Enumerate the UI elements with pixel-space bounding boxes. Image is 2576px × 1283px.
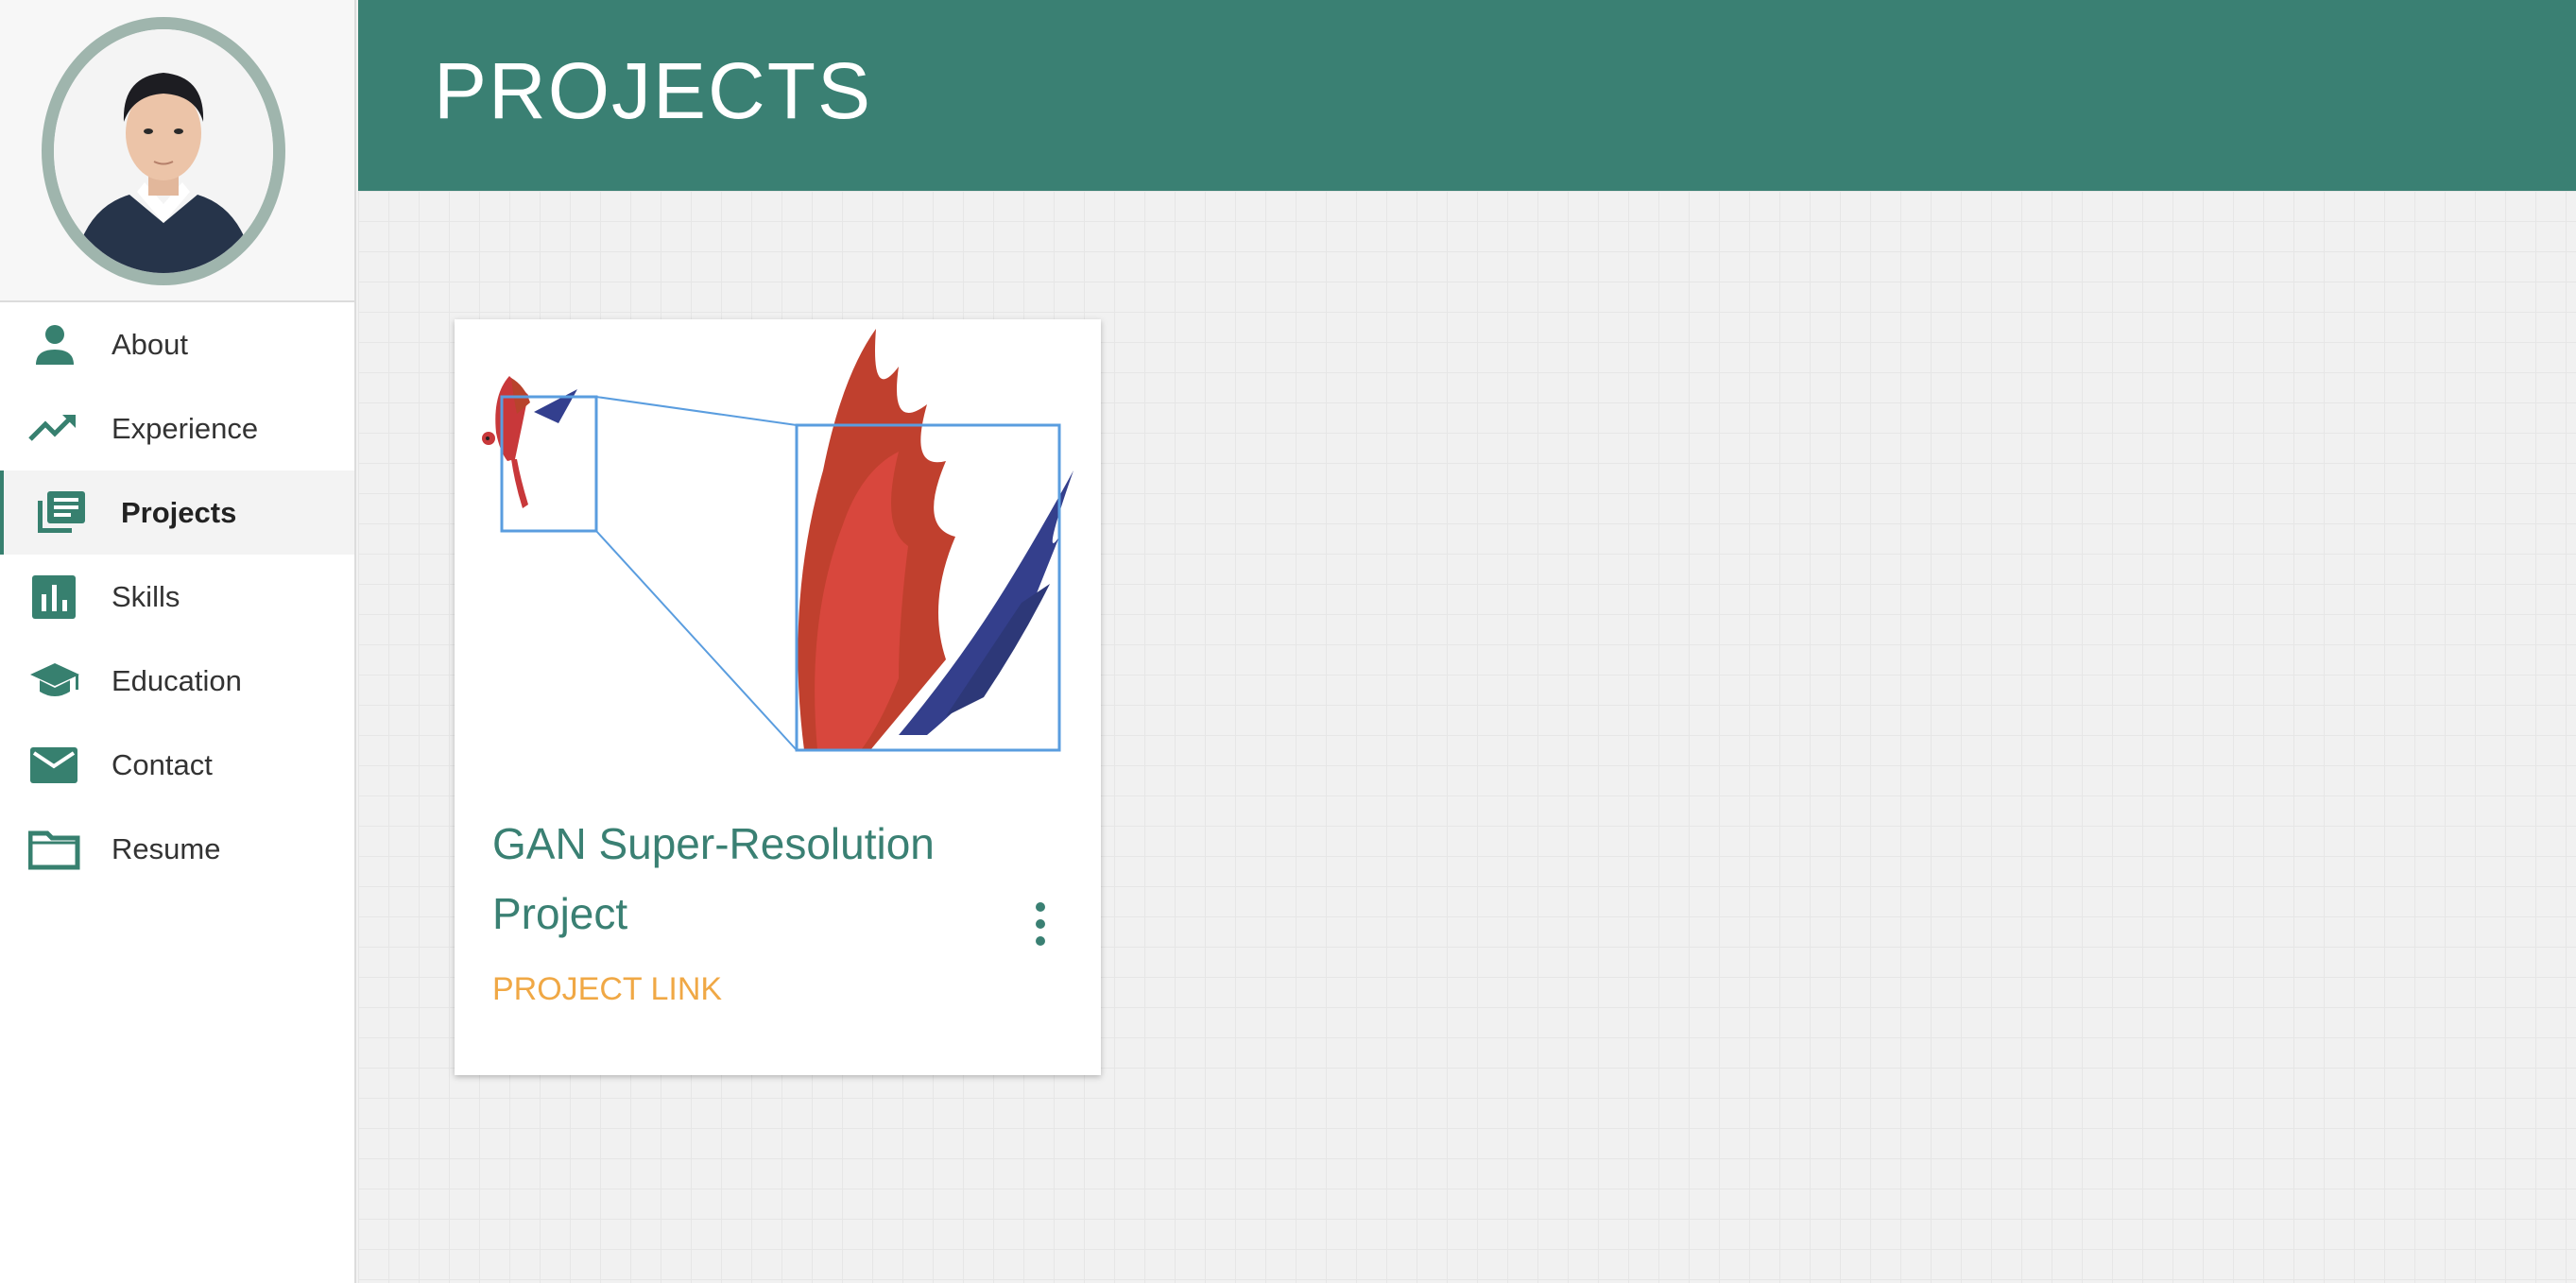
sidebar-item-education[interactable]: Education xyxy=(0,639,354,723)
sidebar-item-resume[interactable]: Resume xyxy=(0,807,354,891)
sidebar-item-label: Resume xyxy=(112,831,221,865)
person-icon xyxy=(28,323,81,367)
sidebar-item-label: About xyxy=(112,327,189,361)
projects-content: GAN Super-Resolution Project PROJECT LIN… xyxy=(358,191,2576,1283)
more-vert-icon[interactable] xyxy=(1022,896,1059,952)
page-header: PROJECTS xyxy=(358,0,2576,191)
sidebar-item-skills[interactable]: Skills xyxy=(0,555,354,639)
project-image xyxy=(455,319,1101,754)
sidebar-item-label: Skills xyxy=(112,579,180,613)
profile-section xyxy=(0,0,354,302)
sidebar-item-label: Experience xyxy=(112,411,259,445)
sidebar-item-projects[interactable]: Projects xyxy=(0,470,354,555)
sidebar-item-contact[interactable]: Contact xyxy=(0,723,354,807)
graduation-cap-icon xyxy=(28,659,81,703)
sidebar-nav: About Experience Projects Skills Educati… xyxy=(0,302,354,891)
sidebar: About Experience Projects Skills Educati… xyxy=(0,0,356,1283)
sidebar-item-label: Contact xyxy=(112,747,213,781)
project-link[interactable]: PROJECT LINK xyxy=(492,971,722,1008)
trending-up-icon xyxy=(28,407,81,451)
sidebar-item-label: Projects xyxy=(121,495,237,529)
project-title: GAN Super-Resolution Project xyxy=(492,819,935,938)
library-books-icon xyxy=(36,491,89,535)
sidebar-item-experience[interactable]: Experience xyxy=(0,386,354,470)
project-card: GAN Super-Resolution Project PROJECT LIN… xyxy=(455,319,1101,1075)
parrot-zoom-illustration xyxy=(455,319,1101,754)
envelope-icon xyxy=(28,744,81,787)
sidebar-item-label: Education xyxy=(112,663,242,697)
sidebar-item-about[interactable]: About xyxy=(0,302,354,386)
avatar xyxy=(42,17,285,285)
profile-photo xyxy=(54,29,273,273)
folder-icon xyxy=(28,828,81,871)
bar-chart-icon xyxy=(28,575,81,619)
page-title: PROJECTS xyxy=(434,46,873,135)
